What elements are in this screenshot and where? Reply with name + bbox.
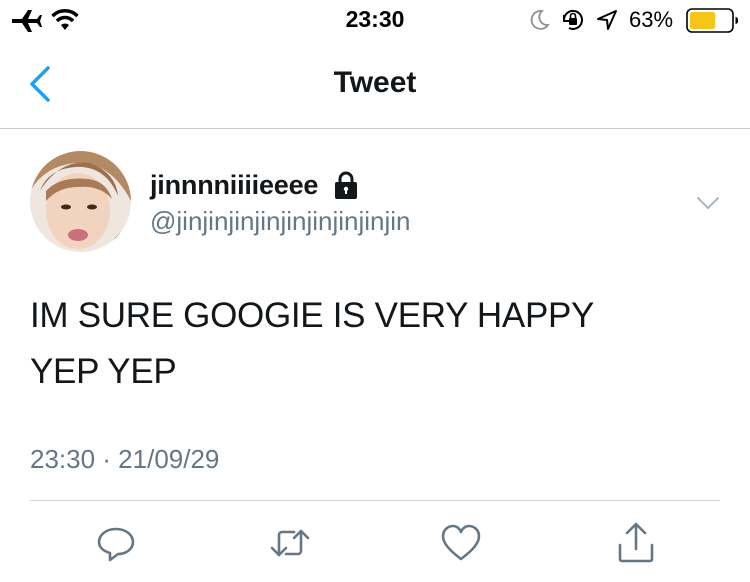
- battery-icon: [686, 8, 738, 33]
- lock-icon: [335, 171, 357, 199]
- chevron-down-icon: [697, 197, 719, 209]
- tweet-text: IM SURE GOOGIE IS VERY HAPPY YEP YEP: [30, 288, 720, 400]
- tweet-text-line: IM SURE GOOGIE IS VERY HAPPY: [30, 296, 595, 335]
- status-bar: 23:30 63%: [0, 0, 750, 44]
- tweet-menu-button[interactable]: [690, 188, 726, 220]
- battery-percent: 63%: [629, 7, 674, 32]
- tweet-timestamp: 23:30 · 21/09/29: [30, 444, 220, 474]
- orientation-lock-icon: [562, 9, 583, 30]
- reply-icon: [97, 527, 135, 562]
- retweet-button[interactable]: [268, 521, 312, 565]
- header-divider: [0, 128, 750, 129]
- like-button[interactable]: [439, 521, 483, 565]
- tweet-text-line: YEP YEP: [30, 352, 177, 391]
- retweet-icon: [270, 529, 310, 557]
- share-icon: [618, 522, 654, 563]
- avatar[interactable]: [30, 151, 131, 252]
- actions-divider: [30, 500, 720, 501]
- page-title: Tweet: [333, 66, 417, 99]
- like-icon: [441, 524, 481, 561]
- display-name[interactable]: jinnnniiiieeee: [150, 170, 318, 201]
- share-button[interactable]: [614, 521, 658, 565]
- moon-icon: [530, 10, 550, 30]
- avatar-image: [30, 151, 131, 252]
- reply-button[interactable]: [94, 521, 138, 565]
- location-icon: [597, 10, 617, 30]
- user-handle[interactable]: @jinjinjinjinjinjinjinjinjin: [150, 206, 411, 237]
